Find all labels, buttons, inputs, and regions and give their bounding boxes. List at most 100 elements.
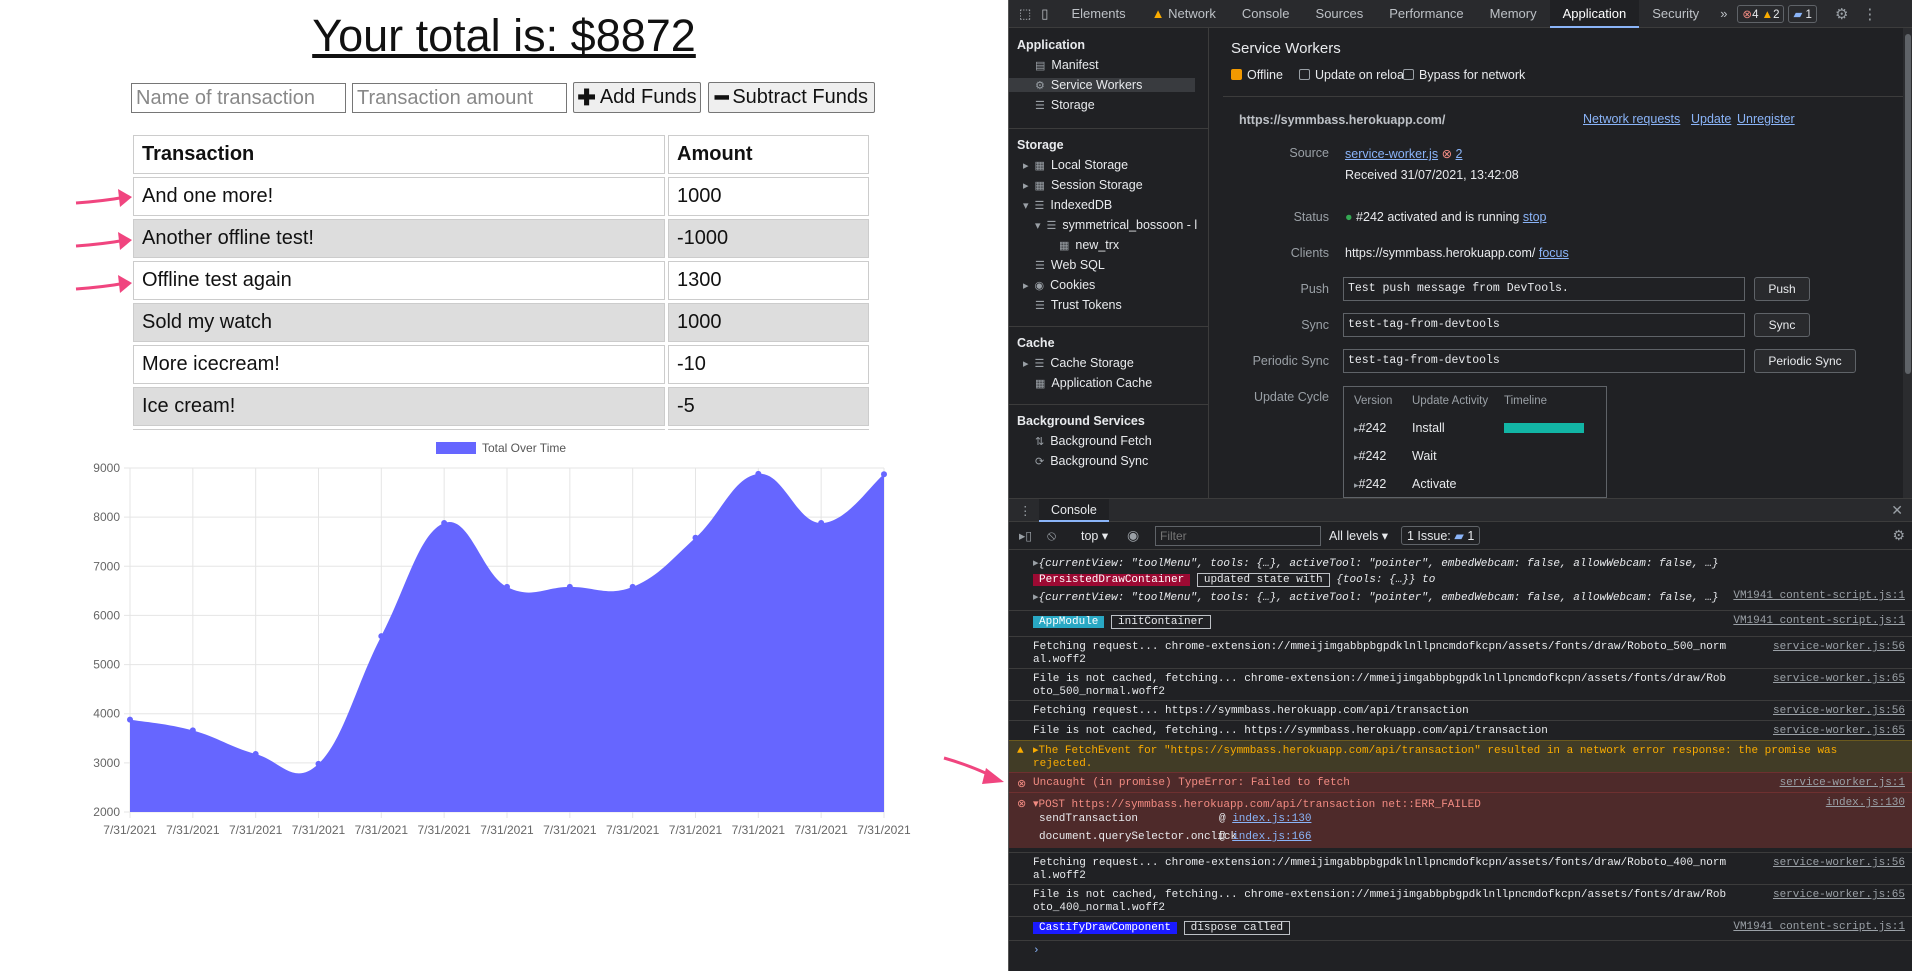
cycle-version[interactable]: ▸#242 — [1354, 421, 1386, 435]
sidebar-item-background-sync[interactable]: ⟳ Background Sync — [1035, 454, 1148, 468]
console-source-link[interactable]: service-worker.js:56 — [1773, 641, 1905, 654]
tab-network[interactable]: ▲ Network — [1139, 0, 1229, 28]
console-text: {currentView: "toolMenu", tools: {…}, ac… — [1038, 558, 1719, 570]
bypass-network-checkbox[interactable]: Bypass for network — [1403, 68, 1525, 82]
sidebar-item-storage[interactable]: ☰ Storage — [1035, 98, 1095, 112]
console-text: {currentView: "toolMenu", tools: {…}, ac… — [1038, 592, 1719, 604]
sidebar-item-web-sql[interactable]: ☰ Web SQL — [1035, 258, 1105, 272]
row-amount: -10 — [668, 345, 869, 384]
sidebar-item-application-cache[interactable]: ▦ Application Cache — [1035, 376, 1152, 390]
sync-button[interactable]: Sync — [1754, 313, 1810, 337]
periodic-sync-input[interactable]: test-tag-from-devtools — [1343, 349, 1745, 373]
source-error-count[interactable]: 2 — [1456, 147, 1463, 161]
tab-security[interactable]: Security — [1639, 0, 1712, 28]
sidebar-toggle-icon[interactable]: ▸▯ — [1019, 528, 1032, 543]
device-toggle-icon[interactable]: ▯ — [1037, 0, 1058, 28]
x-tick-label: 7/31/2021 — [857, 823, 911, 837]
tab-sources[interactable]: Sources — [1303, 0, 1377, 28]
levels-select[interactable]: All levels ▾ — [1329, 528, 1388, 543]
console-source-link[interactable]: service-worker.js:1 — [1780, 777, 1905, 789]
console-source-link[interactable]: VM1941 content-script.js:1 — [1733, 921, 1905, 933]
drawer-menu-icon[interactable]: ⋮ — [1019, 503, 1032, 518]
service-workers-title: Service Workers — [1231, 40, 1341, 57]
tab-elements[interactable]: Elements — [1058, 0, 1138, 28]
sidebar-item-session-storage[interactable]: ▸ ▦ Session Storage — [1023, 178, 1143, 192]
push-input[interactable]: Test push message from DevTools. — [1343, 277, 1745, 301]
x-tick-label: 7/31/2021 — [732, 823, 786, 837]
console-source-link[interactable]: service-worker.js:65 — [1773, 673, 1905, 686]
sync-input[interactable]: test-tag-from-devtools — [1343, 313, 1745, 337]
context-select[interactable]: top ▾ — [1081, 528, 1108, 543]
close-drawer-icon[interactable]: ✕ — [1891, 502, 1903, 519]
tab-performance[interactable]: Performance — [1376, 0, 1476, 28]
total-heading: Your total is: $8872 — [312, 10, 696, 61]
grid-icon: ▦ — [1034, 160, 1045, 172]
subtract-funds-button[interactable]: ━ Subtract Funds — [708, 82, 875, 113]
source-link[interactable]: service-worker.js — [1345, 147, 1438, 161]
sidebar-item-service-workers[interactable]: ⚙ Service Workers — [1009, 78, 1195, 92]
issue-counters[interactable]: ⊗4 ▲2 — [1737, 4, 1785, 23]
offline-checkbox[interactable]: Offline — [1231, 68, 1283, 82]
unregister-link[interactable]: Unregister — [1737, 112, 1795, 126]
console-filter-input[interactable] — [1155, 526, 1321, 546]
issues-button[interactable]: 1 Issue: ▰ 1 — [1401, 526, 1481, 545]
more-tabs-icon[interactable]: » — [1712, 0, 1735, 28]
message-icon: ▰ — [1454, 529, 1464, 543]
transaction-name-input[interactable] — [131, 83, 346, 113]
row-amount: 1300 — [668, 261, 869, 300]
data-point — [127, 716, 133, 723]
grid-icon: ▦ — [1059, 240, 1070, 252]
data-point — [755, 470, 762, 477]
cycle-version[interactable]: ▸#242 — [1354, 449, 1386, 463]
network-requests-link[interactable]: Network requests — [1583, 112, 1680, 126]
clear-console-icon[interactable]: ⦸ — [1047, 527, 1056, 544]
sidebar-item-local-storage[interactable]: ▸ ▦ Local Storage — [1023, 158, 1128, 172]
update-on-reload-checkbox[interactable]: Update on reload — [1299, 68, 1411, 82]
x-tick-label: 7/31/2021 — [794, 823, 848, 837]
eye-icon[interactable]: ◉ — [1127, 527, 1139, 544]
drawer-tab-console[interactable]: Console — [1039, 499, 1109, 522]
console-text: File is not cached, fetching... https://… — [1033, 725, 1548, 737]
periodic-sync-button[interactable]: Periodic Sync — [1754, 349, 1856, 373]
console-source-link[interactable]: service-worker.js:56 — [1773, 857, 1905, 870]
transaction-amount-input[interactable] — [352, 83, 567, 113]
add-funds-button[interactable]: ✚ Add Funds — [573, 82, 701, 113]
cycle-version[interactable]: ▸#242 — [1354, 477, 1386, 491]
gear-icon[interactable]: ⚙ — [1892, 527, 1905, 544]
sidebar-item-trust-tokens[interactable]: ☰ Trust Tokens — [1035, 298, 1122, 312]
console-source-link[interactable]: service-worker.js:65 — [1773, 725, 1905, 737]
tab-application[interactable]: Application — [1549, 0, 1640, 28]
sidebar-item-cookies[interactable]: ▸ ◉ Cookies — [1023, 278, 1095, 292]
gear-icon: ⚙ — [1035, 80, 1045, 92]
application-sidebar: Application ▤ Manifest ⚙ Service Workers ☰… — [1009, 28, 1209, 498]
y-tick-label: 2000 — [93, 805, 120, 819]
kebab-menu-icon[interactable]: ⋮ — [1862, 5, 1877, 23]
offline-label: Offline — [1247, 68, 1283, 82]
stack-link[interactable]: index.js:166 — [1232, 831, 1311, 843]
sidebar-item-manifest[interactable]: ▤ Manifest — [1035, 58, 1099, 72]
stack-link[interactable]: index.js:130 — [1232, 813, 1311, 825]
sidebar-item-indexeddb[interactable]: ▾ ☰ IndexedDB — [1023, 198, 1112, 212]
push-button[interactable]: Push — [1754, 277, 1810, 301]
update-link[interactable]: Update — [1691, 112, 1731, 126]
scrollbar[interactable] — [1903, 28, 1912, 498]
chevron-right-icon: ▸ — [1023, 280, 1029, 292]
tab-console[interactable]: Console — [1229, 0, 1303, 28]
console-source-link[interactable]: VM1941 content-script.js:1 — [1733, 590, 1905, 602]
sidebar-item-database[interactable]: ▾ ☰ symmetrical_bossoon - l — [1035, 218, 1197, 232]
gear-icon[interactable]: ⚙ — [1835, 5, 1848, 23]
message-counter[interactable]: ▰ 1 — [1788, 4, 1817, 23]
stop-link[interactable]: stop — [1523, 210, 1547, 224]
console-source-link[interactable]: index.js:130 — [1826, 797, 1905, 809]
y-tick-label: 6000 — [93, 608, 120, 622]
tab-memory[interactable]: Memory — [1477, 0, 1550, 28]
inspect-icon[interactable]: ⬚ — [1009, 0, 1037, 28]
console-source-link[interactable]: VM1941 content-script.js:1 — [1733, 615, 1905, 627]
sidebar-item-background-fetch[interactable]: ⇅ Background Fetch — [1035, 434, 1152, 448]
console-prompt[interactable]: › — [1009, 940, 1912, 957]
sidebar-item-cache-storage[interactable]: ▸ ☰ Cache Storage — [1023, 356, 1134, 370]
sidebar-item-store[interactable]: ▦ new_trx — [1059, 238, 1119, 252]
focus-link[interactable]: focus — [1539, 246, 1569, 260]
console-source-link[interactable]: service-worker.js:65 — [1773, 889, 1905, 902]
console-source-link[interactable]: service-worker.js:56 — [1773, 705, 1905, 717]
